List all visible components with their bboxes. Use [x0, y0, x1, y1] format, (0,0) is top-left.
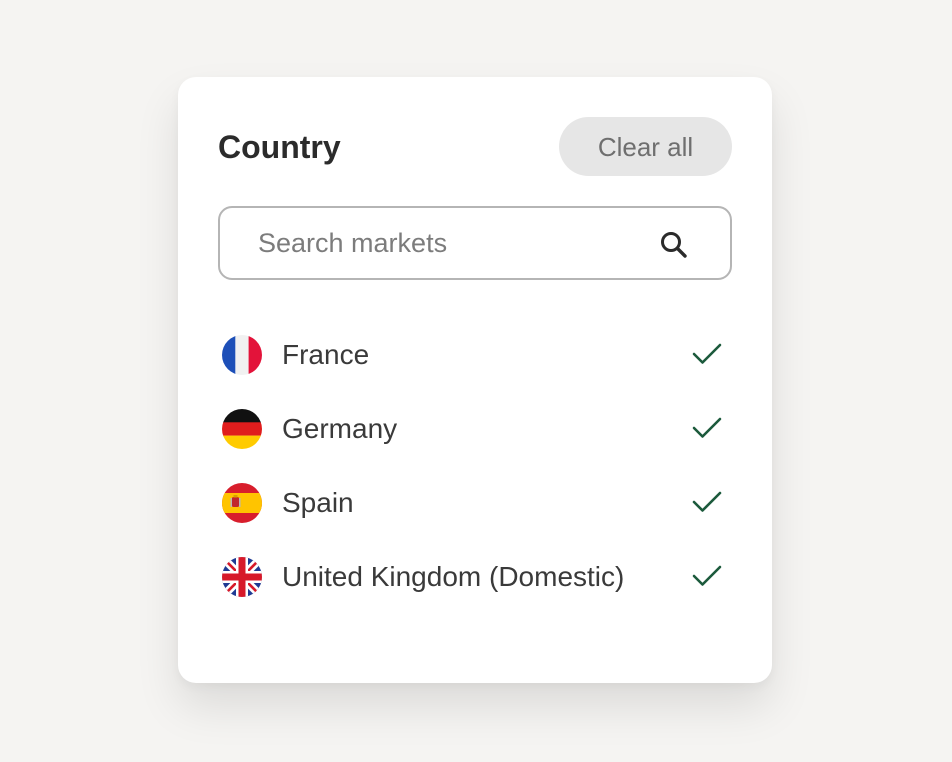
spain-flag-icon — [222, 483, 262, 523]
checkmark-icon — [690, 339, 724, 369]
checkmark-icon — [690, 561, 724, 591]
clear-all-button[interactable]: Clear all — [559, 117, 732, 176]
panel-title: Country — [218, 129, 341, 165]
country-item-united-kingdom[interactable]: United Kingdom (Domestic) — [218, 547, 728, 607]
country-label: France — [282, 339, 370, 370]
country-item-spain[interactable]: Spain — [218, 473, 728, 533]
search-field — [218, 206, 732, 280]
country-item-germany[interactable]: Germany — [218, 399, 728, 459]
germany-flag-icon — [222, 409, 262, 449]
checkmark-icon — [690, 413, 724, 443]
france-flag-icon — [222, 335, 262, 375]
search-icon[interactable] — [658, 229, 690, 261]
country-label: Germany — [282, 413, 398, 444]
country-filter-panel: Country Clear all France — [178, 77, 772, 683]
country-label: United Kingdom (Domestic) — [282, 561, 625, 592]
checkmark-icon — [690, 487, 724, 517]
search-input[interactable] — [258, 208, 648, 278]
country-label: Spain — [282, 487, 354, 518]
country-item-france[interactable]: France — [218, 325, 728, 385]
united-kingdom-flag-icon — [222, 557, 262, 597]
